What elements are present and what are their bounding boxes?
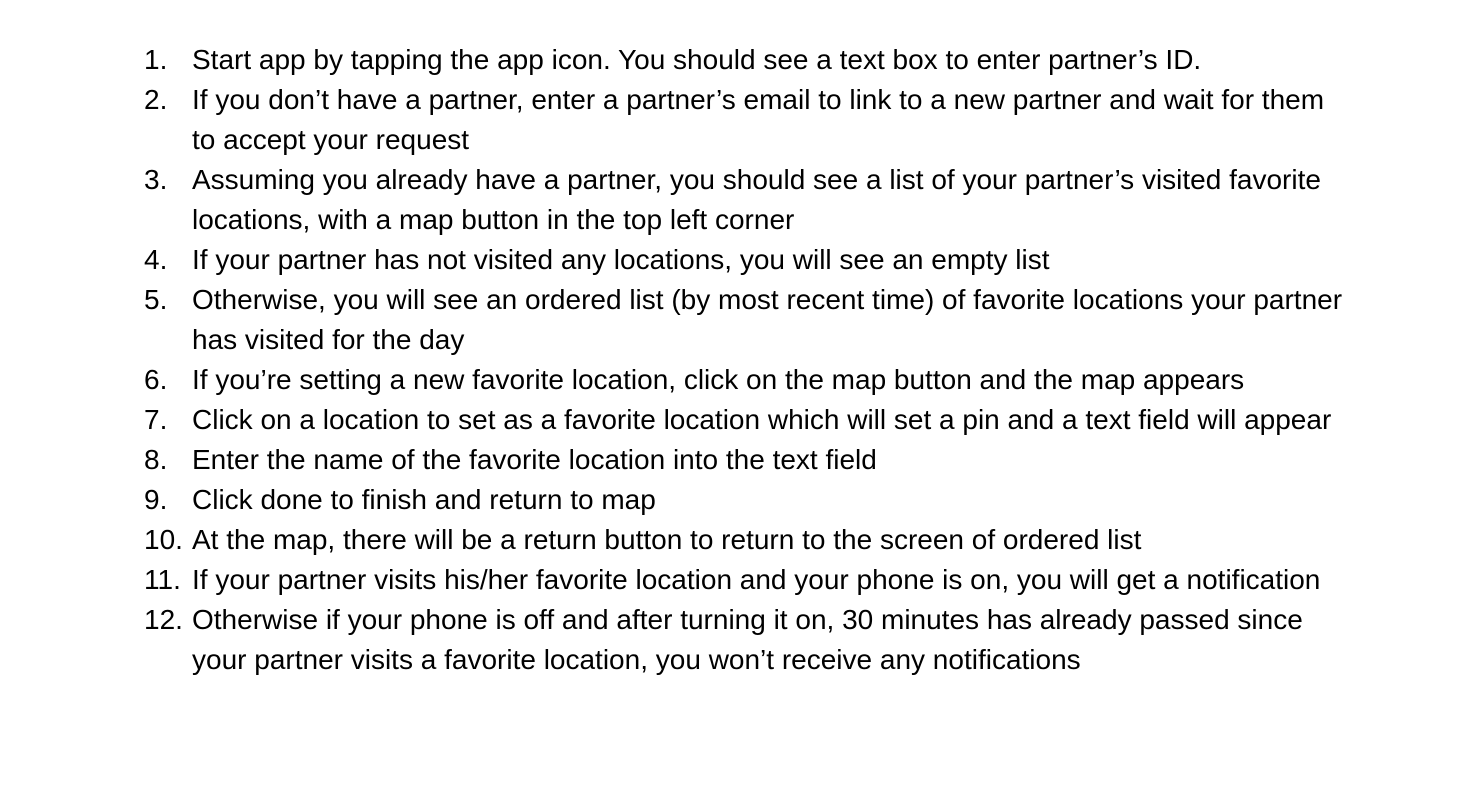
item-text: Otherwise, you will see an ordered list … (192, 284, 1343, 355)
list-item: 10. At the map, there will be a return b… (144, 520, 1344, 560)
item-text: At the map, there will be a return butto… (192, 524, 1142, 555)
list-item: 3. Assuming you already have a partner, … (144, 160, 1344, 240)
item-number: 12. (144, 604, 183, 635)
item-text: Otherwise if your phone is off and after… (192, 604, 1303, 675)
item-number: 8. (144, 444, 168, 475)
list-item: 12. Otherwise if your phone is off and a… (144, 600, 1344, 680)
item-number: 6. (144, 364, 168, 395)
list-item: 2. If you don’t have a partner, enter a … (144, 80, 1344, 160)
item-number: 9. (144, 484, 168, 515)
item-text: If your partner has not visited any loca… (192, 244, 1050, 275)
list-item: 5. Otherwise, you will see an ordered li… (144, 280, 1344, 360)
item-text: Start app by tapping the app icon. You s… (192, 44, 1202, 75)
item-number: 7. (144, 404, 168, 435)
list-item: 9. Click done to finish and return to ma… (144, 480, 1344, 520)
item-number: 2. (144, 84, 168, 115)
item-number: 1. (144, 44, 168, 75)
item-text: If you’re setting a new favorite locatio… (192, 364, 1245, 395)
item-number: 4. (144, 244, 168, 275)
list-item: 8. Enter the name of the favorite locati… (144, 440, 1344, 480)
item-text: Click on a location to set as a favorite… (192, 404, 1332, 435)
list-item: 6. If you’re setting a new favorite loca… (144, 360, 1344, 400)
item-number: 3. (144, 164, 168, 195)
list-item: 7. Click on a location to set as a favor… (144, 400, 1344, 440)
item-number: 10. (144, 524, 183, 555)
list-item: 1. Start app by tapping the app icon. Yo… (144, 40, 1344, 80)
item-text: If you don’t have a partner, enter a par… (192, 84, 1325, 155)
instructions-list: 1. Start app by tapping the app icon. Yo… (144, 40, 1344, 680)
item-number: 11. (144, 564, 181, 595)
item-number: 5. (144, 284, 168, 315)
list-item: 4. If your partner has not visited any l… (144, 240, 1344, 280)
item-text: Click done to finish and return to map (192, 484, 656, 515)
item-text: If your partner visits his/her favorite … (192, 564, 1321, 595)
item-text: Assuming you already have a partner, you… (192, 164, 1321, 235)
list-item: 11. If your partner visits his/her favor… (144, 560, 1344, 600)
item-text: Enter the name of the favorite location … (192, 444, 877, 475)
